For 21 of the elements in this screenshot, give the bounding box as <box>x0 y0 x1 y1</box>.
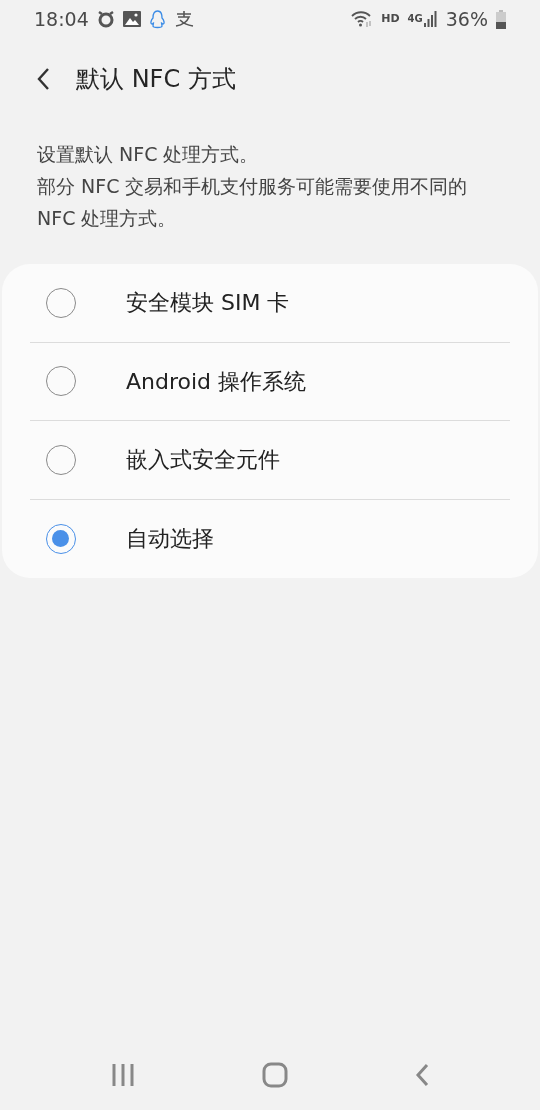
description-text: 设置默认 NFC 处理方式。 <box>37 142 260 167</box>
option-label[interactable]: 安全模块 SIM 卡 <box>126 286 290 320</box>
penguin-icon <box>148 9 166 29</box>
home-icon[interactable] <box>262 1062 288 1088</box>
hd-indicator: HD <box>381 10 400 27</box>
back-icon[interactable] <box>36 67 50 91</box>
option-label[interactable]: 自动选择 <box>126 522 214 556</box>
battery-icon <box>496 9 506 29</box>
option-label[interactable]: 嵌入式安全元件 <box>126 443 280 477</box>
status-time: 18:04 <box>34 6 89 32</box>
alarm-icon <box>96 10 115 28</box>
recent-apps-icon[interactable] <box>111 1063 136 1087</box>
option-label[interactable]: Android 操作系统 <box>126 364 307 398</box>
battery-level: 36% <box>445 6 488 32</box>
network-type: 4G <box>407 12 423 26</box>
description-text: 部分 NFC 交易和手机支付服务可能需要使用不同的 NFC 处理方式。 <box>37 174 469 231</box>
image-icon <box>122 11 141 27</box>
signal-icon <box>423 11 438 27</box>
wifi-icon <box>351 10 374 28</box>
page-title: 默认 NFC 方式 <box>76 64 236 95</box>
pay-icon <box>173 10 194 28</box>
